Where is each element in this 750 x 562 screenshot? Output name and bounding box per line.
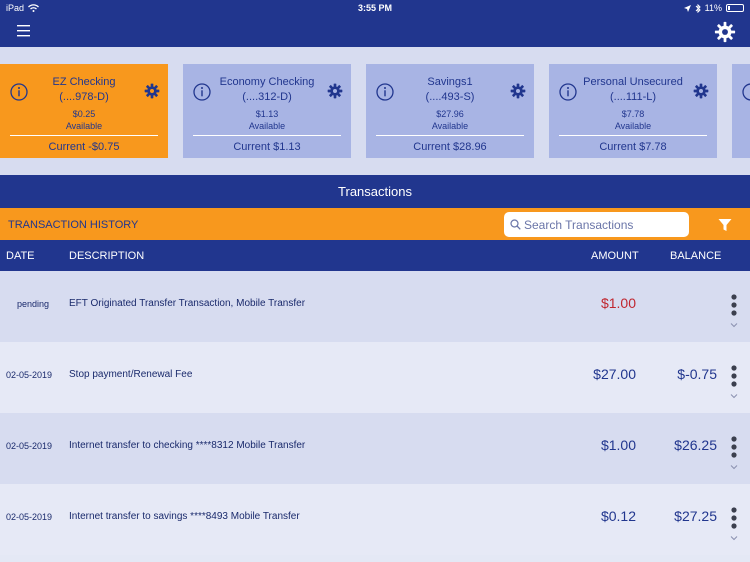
- available-balance: $1.13: [255, 109, 279, 119]
- account-number: (....493-S): [425, 91, 475, 103]
- transaction-date: pending: [17, 299, 50, 309]
- transaction-row[interactable]: 02-05-2019 Internet transfer to savings …: [0, 484, 750, 555]
- available-balance: $7.78: [621, 109, 645, 119]
- transaction-date: 02-05-2019: [6, 441, 53, 451]
- account-name: Savings1: [427, 76, 473, 88]
- transaction-row[interactable]: 02-05-2019 Internet transfer to checking…: [0, 413, 750, 484]
- transaction-row[interactable]: pending EFT Originated Transfer Transact…: [0, 271, 750, 342]
- current-balance: Current $7.78: [599, 141, 667, 153]
- transaction-row[interactable]: 02-05-2019 Stop payment/Renewal Fee $27.…: [0, 342, 750, 413]
- transaction-balance: $27.25: [674, 508, 717, 524]
- chevron-down-icon[interactable]: [729, 322, 739, 328]
- column-date[interactable]: DATE: [6, 250, 35, 262]
- transaction-balance: $-0.75: [677, 366, 717, 382]
- account-name: Personal Unsecured: [583, 76, 683, 88]
- chevron-down-icon[interactable]: [729, 393, 739, 399]
- battery-percent: 11%: [704, 3, 722, 13]
- current-balance: Current $28.96: [413, 141, 487, 153]
- chevron-down-icon[interactable]: [729, 464, 739, 470]
- account-card-partial[interactable]: [732, 64, 750, 158]
- more-options-icon[interactable]: [729, 293, 739, 317]
- hamburger-menu-icon[interactable]: [14, 23, 34, 39]
- card-divider: [376, 135, 524, 136]
- more-options-icon[interactable]: [729, 435, 739, 459]
- transaction-description: EFT Originated Transfer Transaction, Mob…: [69, 298, 306, 309]
- search-icon: [510, 219, 521, 230]
- account-settings-gear-icon[interactable]: [693, 83, 709, 99]
- account-cards-carousel[interactable]: EZ Checking (....978-D) $0.25 Available …: [0, 47, 750, 175]
- transaction-amount: $1.00: [600, 295, 636, 311]
- account-number: (....111-L): [609, 91, 657, 103]
- more-options-icon[interactable]: [729, 364, 739, 388]
- account-card-personal-unsecured[interactable]: Personal Unsecured (....111-L) $7.78 Ava…: [549, 64, 717, 158]
- filter-icon[interactable]: [718, 218, 732, 232]
- card-divider: [559, 135, 707, 136]
- available-balance: $27.96: [436, 109, 464, 119]
- account-number: (....312-D): [242, 91, 292, 103]
- account-card-savings1[interactable]: Savings1 (....493-S) $27.96 Available Cu…: [366, 64, 534, 158]
- transaction-list: pending EFT Originated Transfer Transact…: [0, 271, 750, 555]
- column-description[interactable]: DESCRIPTION: [69, 250, 144, 262]
- status-right: 11%: [683, 3, 744, 13]
- battery-icon: [726, 4, 744, 12]
- column-balance[interactable]: BALANCE: [670, 250, 721, 262]
- settings-gear-icon[interactable]: [714, 21, 736, 43]
- account-card-economy-checking[interactable]: Economy Checking (....312-D) $1.13 Avail…: [183, 64, 351, 158]
- transactions-title: Transactions: [0, 175, 750, 208]
- transaction-description: Internet transfer to checking ****8312 M…: [69, 440, 306, 451]
- available-label: Available: [65, 121, 103, 131]
- status-time: 3:55 PM: [357, 3, 392, 13]
- bluetooth-icon: [695, 3, 701, 13]
- current-balance: Current $1.13: [233, 141, 301, 153]
- column-amount[interactable]: AMOUNT: [591, 250, 639, 262]
- account-settings-gear-icon[interactable]: [327, 83, 343, 99]
- transaction-amount: $1.00: [600, 437, 636, 453]
- current-balance: Current -$0.75: [48, 141, 120, 153]
- transaction-date: 02-05-2019: [6, 370, 53, 380]
- transaction-date: 02-05-2019: [6, 512, 53, 522]
- search-transactions-input[interactable]: [524, 215, 684, 234]
- transaction-description: Stop payment/Renewal Fee: [69, 369, 193, 380]
- table-header: DATE DESCRIPTION AMOUNT BALANCE: [0, 240, 750, 271]
- more-options-icon[interactable]: [729, 506, 739, 530]
- available-label: Available: [248, 121, 286, 131]
- info-icon[interactable]: [742, 83, 750, 101]
- transaction-history-bar: TRANSACTION HISTORY: [0, 208, 750, 240]
- status-bar: iPad 3:55 PM 11%: [0, 0, 750, 16]
- search-box[interactable]: [504, 212, 689, 237]
- account-number: (....978-D): [59, 91, 109, 103]
- transaction-balance: $26.25: [674, 437, 717, 453]
- available-label: Available: [431, 121, 469, 131]
- account-settings-gear-icon[interactable]: [144, 83, 160, 99]
- account-card-ez-checking[interactable]: EZ Checking (....978-D) $0.25 Available …: [0, 64, 168, 158]
- account-name: Economy Checking: [219, 76, 315, 88]
- account-settings-gear-icon[interactable]: [510, 83, 526, 99]
- card-divider: [193, 135, 341, 136]
- account-name: EZ Checking: [52, 76, 116, 88]
- transaction-description: Internet transfer to savings ****8493 Mo…: [69, 511, 300, 522]
- chevron-down-icon[interactable]: [729, 535, 739, 541]
- available-label: Available: [614, 121, 652, 131]
- available-balance: $0.25: [72, 109, 96, 119]
- transaction-amount: $27.00: [593, 366, 636, 382]
- location-icon: [683, 4, 691, 12]
- transaction-history-title: TRANSACTION HISTORY: [8, 219, 139, 231]
- transaction-amount: $0.12: [600, 508, 636, 524]
- nav-bar: [0, 16, 750, 47]
- card-divider: [10, 135, 158, 136]
